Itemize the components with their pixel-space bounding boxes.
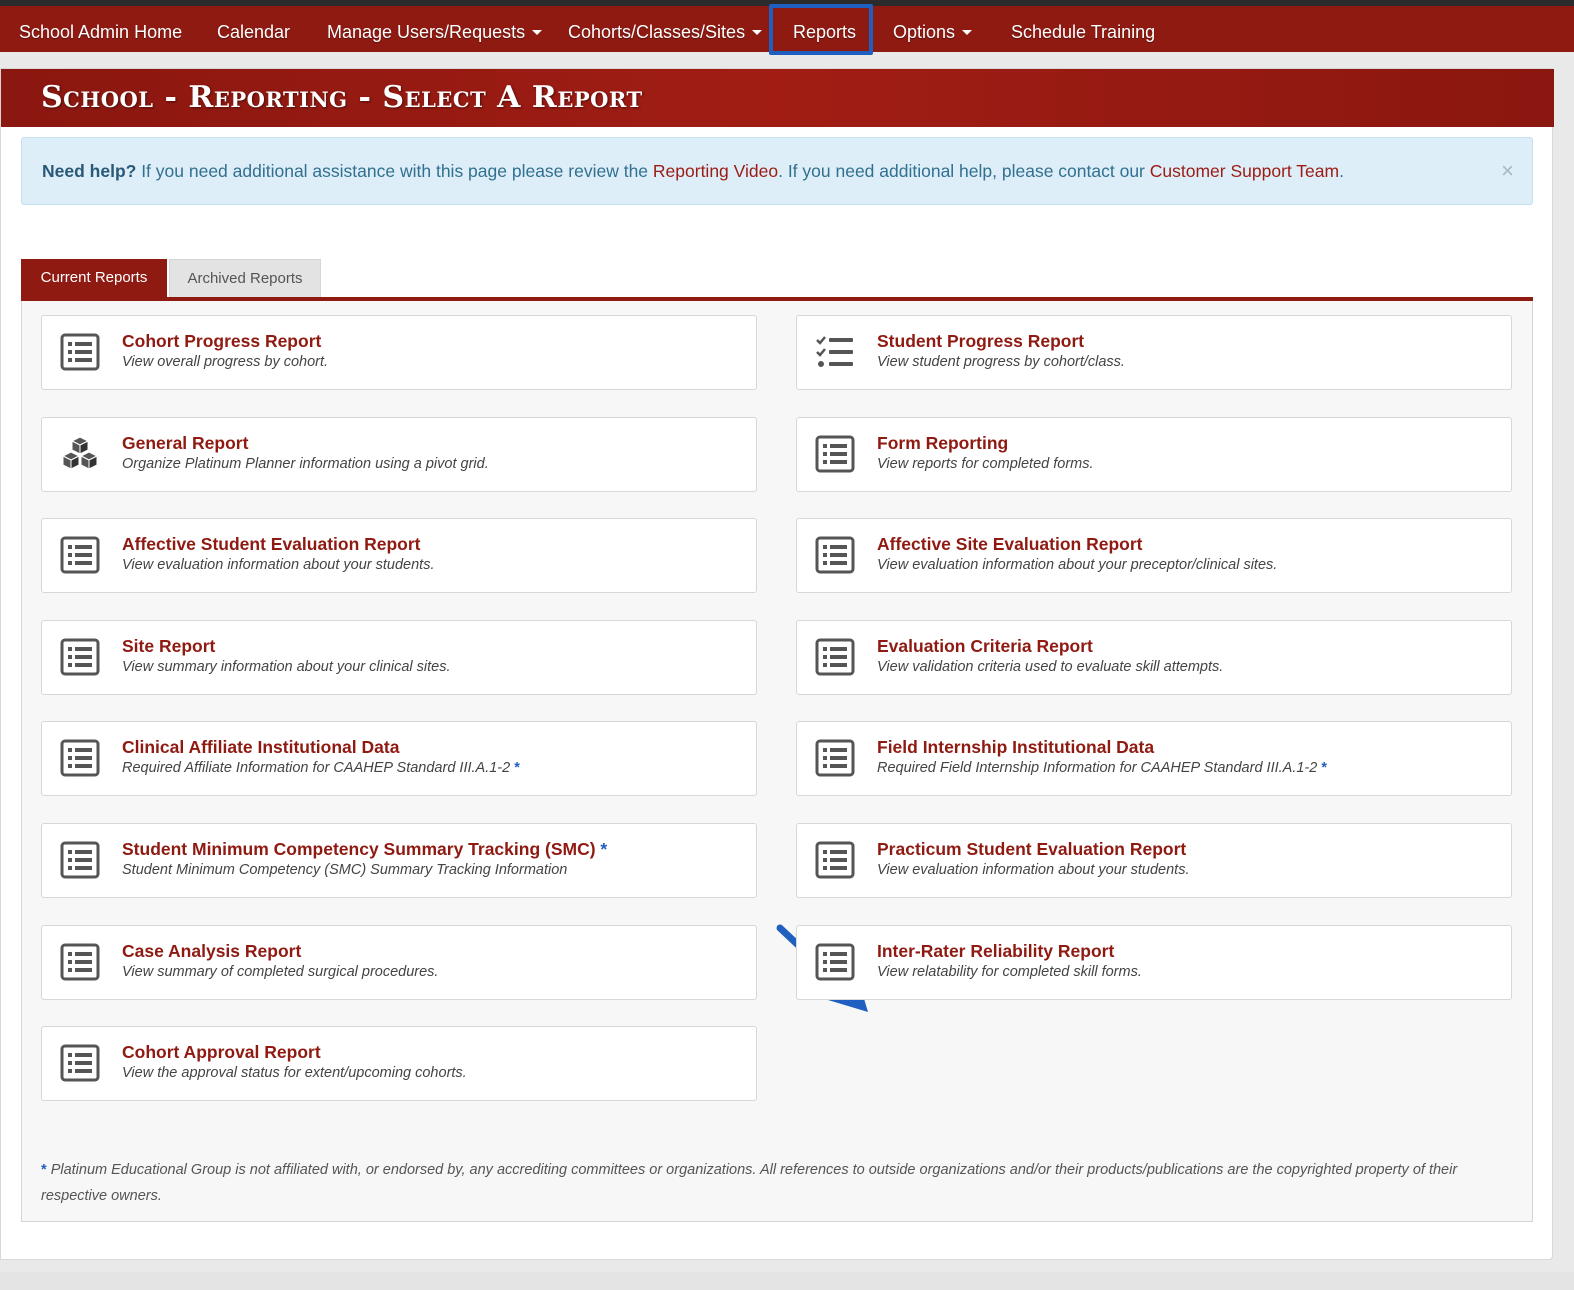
report-card[interactable]: Affective Student Evaluation Report View … xyxy=(41,518,757,594)
report-description: View the approval status for extent/upco… xyxy=(122,1065,467,1082)
nav-options[interactable]: Options xyxy=(893,12,973,52)
list-icon xyxy=(815,739,857,779)
report-description: Required Affiliate Information for CAAHE… xyxy=(122,760,520,777)
report-description: Organize Platinum Planner information us… xyxy=(122,455,489,472)
report-title[interactable]: Evaluation Criteria Report xyxy=(877,636,1093,657)
report-title[interactable]: Case Analysis Report xyxy=(122,941,301,962)
report-description: View summary of completed surgical proce… xyxy=(122,963,439,980)
report-description: View student progress by cohort/class. xyxy=(877,354,1125,370)
report-description: View summary information about your clin… xyxy=(122,658,451,675)
report-card[interactable]: Form Reporting View reports for completed… xyxy=(796,416,1512,492)
alert-lead: Need help? xyxy=(42,161,137,181)
nav-schedule-training[interactable]: Schedule Training xyxy=(1011,12,1155,52)
list-icon xyxy=(815,943,857,983)
report-card[interactable]: Evaluation Criteria Report View validatio… xyxy=(796,619,1512,695)
list-icon xyxy=(60,536,102,576)
list-icon xyxy=(60,739,102,779)
caret-down-icon xyxy=(962,29,973,35)
checklist-icon xyxy=(815,333,857,373)
reporting-video-link[interactable]: Reporting Video xyxy=(653,161,778,181)
report-title[interactable]: Affective Student Evaluation Report xyxy=(122,534,421,555)
report-title[interactable]: Student Minimum Competency Summary Track… xyxy=(122,839,607,860)
list-icon xyxy=(60,638,102,678)
report-title[interactable]: General Report xyxy=(122,433,248,454)
report-title[interactable]: Practicum Student Evaluation Report xyxy=(877,839,1186,860)
cubes-icon xyxy=(60,435,102,475)
customer-support-link[interactable]: Customer Support Team xyxy=(1150,161,1339,181)
report-title[interactable]: Cohort Approval Report xyxy=(122,1042,321,1063)
nav-calendar[interactable]: Calendar xyxy=(217,12,290,52)
list-icon xyxy=(815,841,857,881)
help-alert: Need help? If you need additional assist… xyxy=(21,137,1533,205)
page-bottom xyxy=(0,1272,1574,1290)
list-icon xyxy=(60,1044,102,1084)
report-description: Required Field Internship Information fo… xyxy=(877,760,1328,777)
report-description: View reports for completed forms. xyxy=(877,455,1094,472)
report-card[interactable]: Affective Site Evaluation Report View eva… xyxy=(796,518,1512,594)
report-card[interactable]: Clinical Affiliate Institutional Data Req… xyxy=(41,721,757,797)
report-title[interactable]: Student Progress Report xyxy=(877,331,1084,352)
report-title[interactable]: Form Reporting xyxy=(877,433,1008,454)
report-description: View evaluation information about your p… xyxy=(877,557,1278,574)
report-card[interactable]: Student Progress Report View student prog… xyxy=(796,315,1512,390)
report-card[interactable]: Inter-Rater Reliability Report View relat… xyxy=(796,924,1512,1000)
list-icon xyxy=(60,841,102,881)
report-card[interactable]: General Report Organize Platinum Planner … xyxy=(41,416,757,492)
report-title[interactable]: Inter-Rater Reliability Report xyxy=(877,941,1114,962)
report-card[interactable]: Student Minimum Competency Summary Track… xyxy=(41,823,757,898)
report-description: Student Minimum Competency (SMC) Summary… xyxy=(122,862,568,878)
nav-manage-users-requests[interactable]: Manage Users/Requests xyxy=(327,12,543,52)
close-icon[interactable]: × xyxy=(1501,138,1514,204)
report-description: View overall progress by cohort. xyxy=(122,354,329,370)
report-description: View relatability for completed skill fo… xyxy=(877,963,1142,980)
report-card[interactable]: Cohort Progress Report View overall progr… xyxy=(41,315,757,390)
list-icon xyxy=(815,536,857,576)
report-title[interactable]: Cohort Progress Report xyxy=(122,331,321,352)
caret-down-icon xyxy=(532,29,543,35)
page-container: School - Reporting - Select A Report Nee… xyxy=(0,68,1554,1260)
report-title[interactable]: Site Report xyxy=(122,636,215,657)
report-description: View validation criteria used to evaluat… xyxy=(877,658,1224,675)
report-title[interactable]: Affective Site Evaluation Report xyxy=(877,534,1142,555)
tab-current-reports[interactable]: Current Reports xyxy=(21,259,167,299)
list-icon xyxy=(815,435,857,475)
caret-down-icon xyxy=(752,29,763,35)
nav-cohorts-classes-sites[interactable]: Cohorts/Classes/Sites xyxy=(568,12,763,52)
report-card[interactable]: Case Analysis Report View summary of comp… xyxy=(41,924,757,1000)
footnote: * Platinum Educational Group is not affi… xyxy=(41,1162,1458,1204)
list-icon xyxy=(60,943,102,983)
nav-school-admin-home[interactable]: School Admin Home xyxy=(19,12,182,52)
report-card[interactable]: Field Internship Institutional Data Requi… xyxy=(796,721,1512,797)
page-title: School - Reporting - Select A Report xyxy=(41,80,643,115)
list-icon xyxy=(815,638,857,678)
report-title[interactable]: Clinical Affiliate Institutional Data xyxy=(122,737,399,758)
report-description: View evaluation information about your s… xyxy=(122,557,435,574)
list-icon xyxy=(60,333,102,373)
report-title[interactable]: Field Internship Institutional Data xyxy=(877,737,1154,758)
report-card[interactable]: Site Report View summary information abou… xyxy=(41,619,757,695)
page-header: School - Reporting - Select A Report xyxy=(1,69,1554,127)
tab-archived-reports[interactable]: Archived Reports xyxy=(169,259,321,299)
report-description: View evaluation information about your s… xyxy=(877,862,1190,878)
report-card[interactable]: Cohort Approval Report View the approval … xyxy=(41,1026,757,1102)
report-card[interactable]: Practicum Student Evaluation Report View … xyxy=(796,823,1512,898)
reports-highlight-box xyxy=(769,4,873,55)
